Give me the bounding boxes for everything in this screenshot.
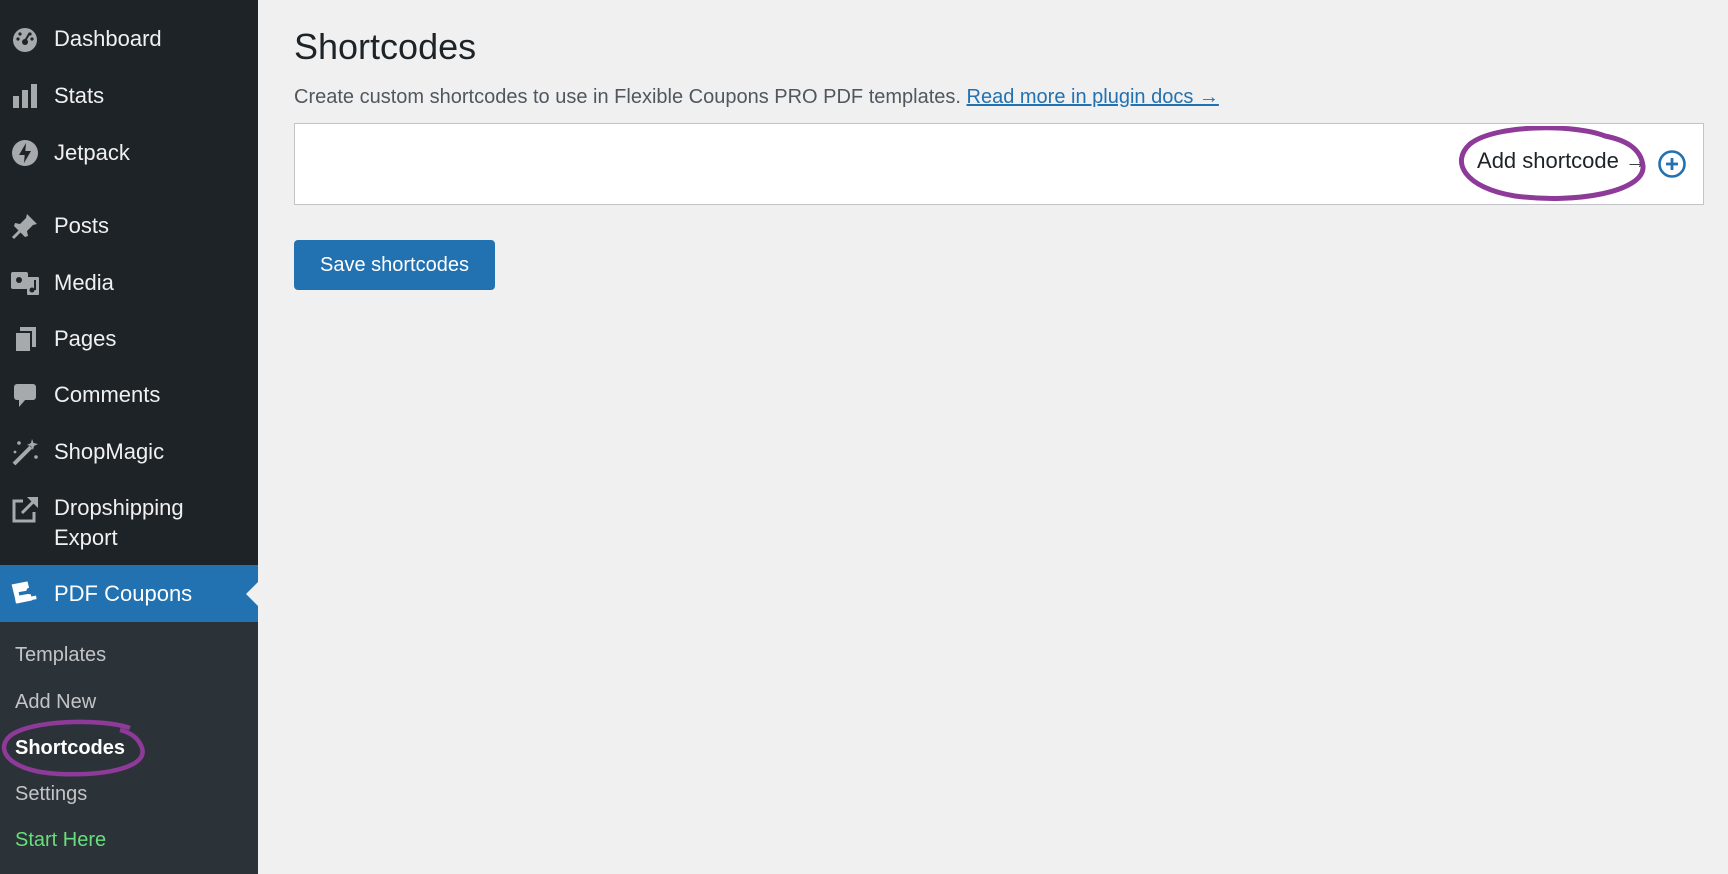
sidebar-item-label: Dashboard	[54, 26, 162, 51]
sidebar-item-comments[interactable]: Comments	[0, 380, 258, 410]
page-description: Create custom shortcodes to use in Flexi…	[294, 86, 1219, 109]
sidebar-item-label: PDF Coupons	[54, 580, 193, 606]
dashboard-icon	[10, 24, 40, 54]
sidebar-item-label: Stats	[54, 83, 105, 108]
sidebar-item-label: Jetpack	[54, 140, 130, 165]
admin-sidebar: Dashboard Stats Jetpack Posts Media Page…	[0, 0, 258, 874]
submenu-item-templates[interactable]: Templates	[15, 643, 106, 667]
sidebar-item-media[interactable]: Media	[0, 268, 258, 298]
sidebar-item-label-line1: Dropshipping	[54, 495, 184, 520]
sidebar-item-label: Media	[54, 270, 114, 295]
save-shortcodes-button[interactable]: Save shortcodes	[294, 240, 495, 290]
sidebar-item-label: Comments	[54, 382, 161, 407]
current-menu-arrow	[246, 581, 258, 606]
sidebar-item-label: ShopMagic	[54, 439, 165, 464]
add-shortcode-link[interactable]: Add shortcode →	[1477, 148, 1647, 174]
sidebar-item-pages[interactable]: Pages	[0, 324, 258, 354]
sidebar-item-label-line2: Export	[54, 525, 118, 550]
coupons-icon	[10, 578, 40, 608]
pin-icon	[10, 211, 40, 241]
description-text: Create custom shortcodes to use in Flexi…	[294, 86, 961, 108]
jetpack-icon	[10, 138, 40, 168]
stats-icon	[10, 81, 40, 111]
external-link-icon	[10, 495, 40, 525]
sidebar-item-dropshipping-export[interactable]: Dropshipping Export	[0, 493, 258, 553]
sidebar-item-jetpack[interactable]: Jetpack	[0, 138, 258, 168]
submenu-item-start-here[interactable]: Start Here	[15, 828, 106, 852]
submenu-item-shortcodes[interactable]: Shortcodes	[15, 736, 125, 760]
plugin-docs-link[interactable]: Read more in plugin docs →	[967, 86, 1219, 108]
sidebar-item-posts[interactable]: Posts	[0, 211, 258, 241]
media-icon	[10, 268, 40, 298]
pages-icon	[10, 324, 40, 354]
sidebar-item-label: Pages	[54, 326, 117, 351]
submenu-item-settings[interactable]: Settings	[15, 782, 87, 806]
sidebar-item-dashboard[interactable]: Dashboard	[0, 24, 258, 54]
pdf-coupons-submenu: Templates Add New Shortcodes Settings St…	[0, 622, 258, 874]
sidebar-item-pdf-coupons[interactable]: PDF Coupons	[0, 565, 258, 622]
add-circle-icon[interactable]	[1657, 149, 1687, 179]
shortcodes-panel: Add shortcode →	[294, 123, 1704, 205]
comment-icon	[10, 380, 40, 410]
sidebar-item-label: Posts	[54, 213, 110, 238]
submenu-item-add-new[interactable]: Add New	[15, 690, 96, 714]
magic-wand-icon	[10, 437, 40, 467]
main-content: Shortcodes Create custom shortcodes to u…	[258, 0, 1728, 874]
sidebar-item-stats[interactable]: Stats	[0, 81, 258, 111]
page-title: Shortcodes	[294, 26, 477, 67]
sidebar-item-shopmagic[interactable]: ShopMagic	[0, 437, 258, 467]
